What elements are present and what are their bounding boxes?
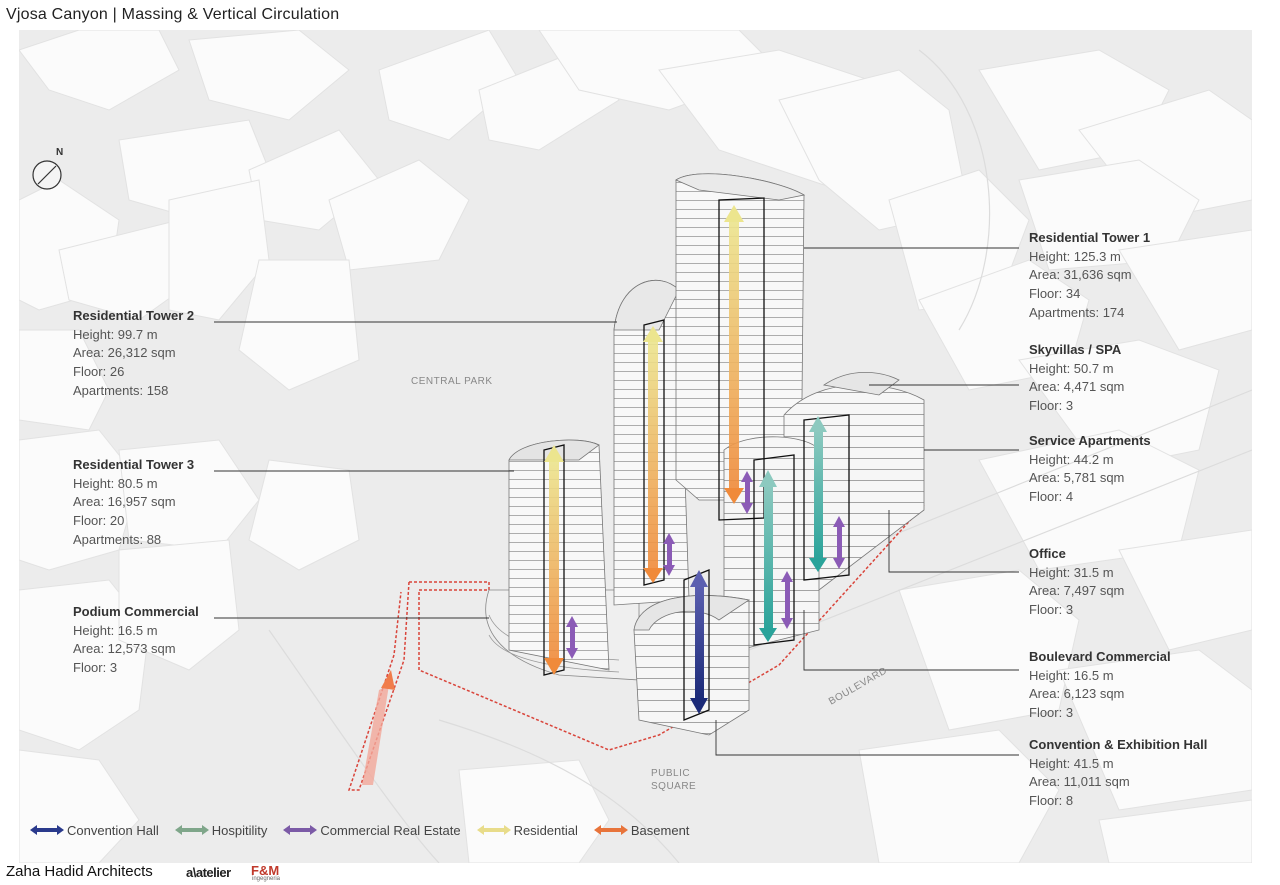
building-height: Height: 44.2 m bbox=[1029, 451, 1114, 467]
building-area: Area: 11,011 sqm bbox=[1029, 774, 1130, 790]
legend-commercial-real-estate: Commercial Real Estate bbox=[283, 822, 461, 838]
building-floor: Floor: 8 bbox=[1029, 793, 1074, 809]
building-height: Height: 16.5 m bbox=[73, 622, 158, 638]
building-area: Area: 7,497 sqm bbox=[1029, 583, 1125, 599]
building-apartments: Apartments: 174 bbox=[1029, 304, 1125, 320]
central-park-label: CENTRAL PARK bbox=[411, 376, 493, 387]
footer: Zaha Hadid Architects a\atelier F&M inge… bbox=[0, 862, 1280, 885]
building-area: Area: 6,123 sqm bbox=[1029, 686, 1125, 702]
building-floor: Floor: 26 bbox=[73, 364, 125, 380]
building-height: Height: 50.7 m bbox=[1029, 360, 1114, 376]
building-floor: Floor: 3 bbox=[1029, 602, 1074, 618]
double-arrow-icon bbox=[30, 825, 64, 835]
building-floor: Floor: 20 bbox=[73, 513, 125, 529]
building-area: Area: 5,781 sqm bbox=[1029, 470, 1125, 486]
building-name: Skyvillas / SPA bbox=[1029, 342, 1122, 357]
page-title: Vjosa Canyon | Massing & Vertical Circul… bbox=[6, 6, 340, 23]
building-height: Height: 99.7 m bbox=[73, 326, 158, 342]
public-square-label-1: PUBLIC bbox=[651, 768, 691, 779]
building-area: Area: 12,573 sqm bbox=[73, 641, 176, 657]
legend-hospitality: Hospitility bbox=[174, 822, 268, 838]
building-height: Height: 41.5 m bbox=[1029, 755, 1114, 771]
building-name: Podium Commercial bbox=[73, 604, 199, 619]
label-podium-commercial: Podium Commercial Height: 16.5 m Area: 1… bbox=[73, 603, 199, 678]
label-residential-tower-2: Residential Tower 2 Height: 99.7 m Area:… bbox=[73, 307, 194, 401]
legend-residential: Residential bbox=[476, 822, 578, 838]
legend: Convention Hall Hospitility Commercial R… bbox=[30, 820, 705, 840]
building-floor: Floor: 3 bbox=[1029, 705, 1074, 721]
building-area: Area: 16,957 sqm bbox=[73, 494, 176, 510]
building-height: Height: 31.5 m bbox=[1029, 564, 1114, 580]
building-apartments: Apartments: 158 bbox=[73, 382, 169, 398]
building-area: Area: 26,312 sqm bbox=[73, 345, 176, 361]
building-height: Height: 80.5 m bbox=[73, 475, 158, 491]
public-square-label-2: SQUARE bbox=[651, 781, 697, 792]
partner2-subtitle: ingegneria bbox=[252, 876, 281, 882]
legend-label: Convention Hall bbox=[67, 822, 159, 838]
double-arrow-icon bbox=[283, 825, 318, 835]
label-skyvillas-spa: Skyvillas / SPA Height: 50.7 m Area: 4,4… bbox=[1029, 341, 1124, 416]
building-floor: Floor: 34 bbox=[1029, 286, 1081, 302]
building-height: Height: 16.5 m bbox=[1029, 667, 1114, 683]
label-convention-exhibition-hall: Convention & Exhibition Hall Height: 41.… bbox=[1029, 736, 1207, 811]
label-residential-tower-1: Residential Tower 1 Height: 125.3 m Area… bbox=[1029, 229, 1150, 323]
double-arrow-icon bbox=[476, 825, 511, 835]
legend-label: Commercial Real Estate bbox=[320, 822, 461, 838]
compass-north-letter: N bbox=[56, 147, 64, 158]
partner-logo-text: a\atelier bbox=[186, 865, 231, 880]
building-name: Residential Tower 2 bbox=[73, 308, 195, 323]
legend-basement: Basement bbox=[593, 822, 690, 838]
double-arrow-icon bbox=[174, 825, 209, 835]
north-arrow-icon bbox=[32, 160, 62, 190]
building-name: Office bbox=[1029, 546, 1066, 561]
building-name: Service Apartments bbox=[1029, 433, 1151, 448]
label-office: Office Height: 31.5 m Area: 7,497 sqm Fl… bbox=[1029, 545, 1124, 620]
building-area: Area: 31,636 sqm bbox=[1029, 267, 1132, 283]
building-name: Residential Tower 3 bbox=[73, 457, 195, 472]
building-apartments: Apartments: 88 bbox=[73, 531, 162, 547]
legend-convention-hall: Convention Hall bbox=[30, 823, 159, 838]
firm-logo-text: Zaha Hadid Architects bbox=[6, 863, 153, 880]
legend-label: Hospitility bbox=[211, 822, 268, 838]
label-boulevard-commercial: Boulevard Commercial Height: 16.5 m Area… bbox=[1029, 648, 1171, 723]
building-area: Area: 4,471 sqm bbox=[1029, 379, 1125, 395]
building-name: Boulevard Commercial bbox=[1029, 649, 1171, 664]
building-floor: Floor: 3 bbox=[1029, 398, 1074, 414]
building-name: Residential Tower 1 bbox=[1029, 230, 1151, 245]
building-name: Convention & Exhibition Hall bbox=[1029, 737, 1208, 752]
label-service-apartments: Service Apartments Height: 44.2 m Area: … bbox=[1029, 432, 1151, 507]
building-height: Height: 125.3 m bbox=[1029, 248, 1121, 264]
building-floor: Floor: 3 bbox=[73, 660, 118, 676]
label-residential-tower-3: Residential Tower 3 Height: 80.5 m Area:… bbox=[73, 456, 194, 550]
building-floor: Floor: 4 bbox=[1029, 489, 1074, 505]
legend-label: Residential bbox=[513, 822, 578, 838]
double-arrow-icon bbox=[593, 825, 628, 835]
legend-label: Basement bbox=[630, 822, 690, 838]
convention-hall-mass bbox=[633, 595, 751, 736]
basement-ramp bbox=[362, 670, 395, 785]
